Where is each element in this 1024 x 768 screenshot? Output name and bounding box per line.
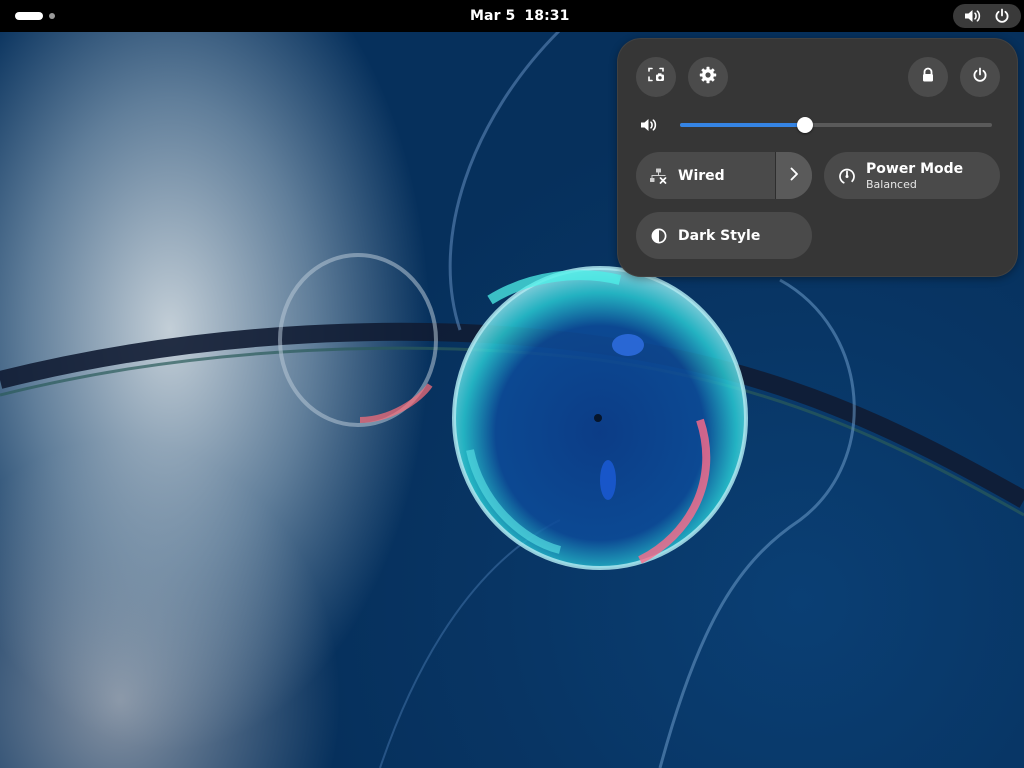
volume-control	[640, 115, 992, 135]
power-mode-gauge-icon	[838, 167, 856, 185]
activities-button[interactable]	[10, 6, 62, 26]
lock-icon	[920, 67, 936, 87]
volume-icon[interactable]	[640, 117, 658, 137]
volume-icon	[964, 8, 982, 24]
wired-network-disconnected-icon	[650, 167, 668, 185]
clock-button[interactable]: Mar 5 18:31	[462, 4, 577, 28]
screenshot-icon	[647, 66, 665, 88]
system-status-button[interactable]	[953, 4, 1021, 28]
power-mode-label: Power Mode	[866, 160, 964, 177]
clock-date: Mar 5	[470, 8, 516, 24]
power-icon	[994, 8, 1010, 24]
clock-time: 18:31	[524, 8, 570, 24]
volume-slider-handle[interactable]	[796, 117, 813, 133]
settings-button[interactable]	[688, 57, 728, 97]
screenshot-button[interactable]	[636, 57, 676, 97]
power-mode-text: Power Mode Balanced	[866, 161, 963, 191]
chevron-right-icon	[789, 166, 799, 185]
lock-screen-button[interactable]	[908, 57, 948, 97]
volume-slider[interactable]	[680, 117, 992, 133]
power-icon	[972, 67, 988, 87]
wired-toggle-button[interactable]: Wired	[636, 152, 775, 199]
power-off-button[interactable]	[960, 57, 1000, 97]
quick-settings-menu: Wired Power Mode Balanced Dark Style	[617, 38, 1018, 277]
dark-style-toggle[interactable]: Dark Style	[636, 212, 812, 259]
wired-toggle-label: Wired	[678, 167, 725, 184]
settings-gear-icon	[699, 66, 717, 88]
workspace-indicator-active	[15, 12, 43, 20]
wired-network-toggle: Wired	[636, 152, 812, 199]
dark-style-icon	[650, 227, 668, 245]
workspace-indicator	[49, 13, 55, 19]
top-bar: Mar 5 18:31	[0, 0, 1024, 32]
volume-slider-fill	[680, 123, 805, 127]
wired-submenu-button[interactable]	[775, 152, 812, 199]
dark-style-label: Dark Style	[678, 227, 761, 244]
power-mode-toggle[interactable]: Power Mode Balanced	[824, 152, 1000, 199]
power-mode-value: Balanced	[866, 177, 917, 191]
